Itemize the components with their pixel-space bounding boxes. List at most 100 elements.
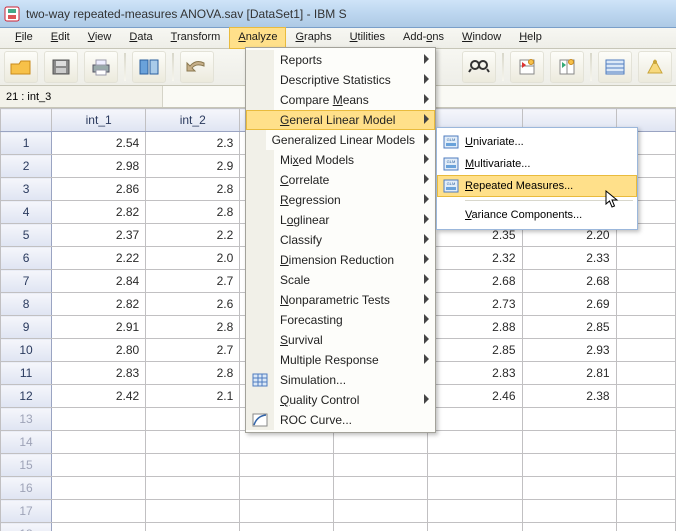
row-header[interactable]: 7: [1, 270, 52, 293]
cell[interactable]: 2.68: [522, 270, 616, 293]
cell[interactable]: 2.86: [52, 178, 146, 201]
cell[interactable]: 2.33: [522, 247, 616, 270]
cell[interactable]: [428, 431, 522, 454]
menu-graphs[interactable]: Graphs: [286, 27, 340, 49]
cell[interactable]: [522, 408, 616, 431]
print-button[interactable]: [84, 51, 118, 83]
cell[interactable]: [240, 477, 334, 500]
cell[interactable]: 2.8: [146, 201, 240, 224]
submenu-item-univariate[interactable]: GLMUnivariate...: [437, 131, 637, 153]
menu-item-regression[interactable]: Regression: [246, 190, 435, 210]
cell[interactable]: 2.80: [52, 339, 146, 362]
cell[interactable]: 2.82: [52, 293, 146, 316]
cell[interactable]: [52, 431, 146, 454]
row-header[interactable]: 8: [1, 293, 52, 316]
cell[interactable]: 2.42: [52, 385, 146, 408]
cell[interactable]: 2.83: [52, 362, 146, 385]
menu-item-general-linear-model[interactable]: General Linear Model: [246, 110, 435, 130]
cell[interactable]: [52, 454, 146, 477]
submenu-item-repeated-measures[interactable]: GLMRepeated Measures...: [437, 175, 637, 197]
cell[interactable]: [616, 362, 675, 385]
cell[interactable]: 2.98: [52, 155, 146, 178]
menu-transform[interactable]: Transform: [162, 27, 230, 49]
menu-item-mixed-models[interactable]: Mixed Models: [246, 150, 435, 170]
cell[interactable]: [522, 431, 616, 454]
menu-utilities[interactable]: Utilities: [341, 27, 394, 49]
analyze-menu[interactable]: ReportsDescriptive StatisticsCompare Mea…: [245, 47, 436, 433]
weight-button[interactable]: [638, 51, 672, 83]
menu-item-simulation[interactable]: Simulation...: [246, 370, 435, 390]
cell[interactable]: [616, 431, 675, 454]
menu-data[interactable]: Data: [120, 27, 161, 49]
row-header[interactable]: 14: [1, 431, 52, 454]
menu-item-descriptive-statistics[interactable]: Descriptive Statistics: [246, 70, 435, 90]
cell[interactable]: [616, 500, 675, 523]
cell[interactable]: [428, 454, 522, 477]
cell[interactable]: [522, 454, 616, 477]
cell[interactable]: 2.37: [52, 224, 146, 247]
cell[interactable]: [428, 500, 522, 523]
cell[interactable]: [52, 408, 146, 431]
row-header[interactable]: 1: [1, 132, 52, 155]
insert-variable-button[interactable]: [550, 51, 584, 83]
cell[interactable]: 2.6: [146, 293, 240, 316]
menu-file[interactable]: File: [6, 27, 42, 49]
cell[interactable]: 2.8: [146, 178, 240, 201]
cell[interactable]: [616, 523, 675, 531]
cell[interactable]: [334, 523, 428, 531]
cell[interactable]: 2.1: [146, 385, 240, 408]
cell[interactable]: [334, 500, 428, 523]
cell[interactable]: [52, 500, 146, 523]
cell[interactable]: [616, 316, 675, 339]
cell[interactable]: [240, 523, 334, 531]
cell[interactable]: [616, 477, 675, 500]
cell[interactable]: 2.7: [146, 339, 240, 362]
row-header[interactable]: 16: [1, 477, 52, 500]
cell[interactable]: 2.91: [52, 316, 146, 339]
row-header[interactable]: 12: [1, 385, 52, 408]
row-header[interactable]: 13: [1, 408, 52, 431]
cell[interactable]: [522, 477, 616, 500]
menu-view[interactable]: View: [79, 27, 121, 49]
row-header[interactable]: 5: [1, 224, 52, 247]
menu-analyze[interactable]: Analyze: [229, 27, 286, 49]
cell[interactable]: [240, 454, 334, 477]
undo-button[interactable]: [180, 51, 214, 83]
cell[interactable]: 2.32: [428, 247, 522, 270]
row-header[interactable]: 18: [1, 523, 52, 531]
cell[interactable]: [522, 500, 616, 523]
menu-item-reports[interactable]: Reports: [246, 50, 435, 70]
cell[interactable]: [616, 454, 675, 477]
cell[interactable]: 2.81: [522, 362, 616, 385]
cell[interactable]: 2.69: [522, 293, 616, 316]
open-button[interactable]: [4, 51, 38, 83]
cell[interactable]: 2.54: [52, 132, 146, 155]
row-header[interactable]: 2: [1, 155, 52, 178]
cell[interactable]: 2.2: [146, 224, 240, 247]
menu-item-survival[interactable]: Survival: [246, 330, 435, 350]
glm-submenu[interactable]: GLMUnivariate...GLMMultivariate...GLMRep…: [436, 127, 638, 230]
cell[interactable]: [616, 385, 675, 408]
row-header[interactable]: 3: [1, 178, 52, 201]
cell[interactable]: 2.3: [146, 132, 240, 155]
cell[interactable]: [616, 270, 675, 293]
menu-item-classify[interactable]: Classify: [246, 230, 435, 250]
cell[interactable]: 2.0: [146, 247, 240, 270]
menu-item-roc-curve[interactable]: ROC Curve...: [246, 410, 435, 430]
row-header[interactable]: 11: [1, 362, 52, 385]
cell[interactable]: [428, 477, 522, 500]
menu-item-loglinear[interactable]: Loglinear: [246, 210, 435, 230]
cell[interactable]: 2.22: [52, 247, 146, 270]
cell[interactable]: 2.8: [146, 316, 240, 339]
cell[interactable]: 2.93: [522, 339, 616, 362]
column-header[interactable]: int_1: [52, 109, 146, 132]
cell[interactable]: [334, 431, 428, 454]
menu-item-forecasting[interactable]: Forecasting: [246, 310, 435, 330]
menu-help[interactable]: Help: [510, 27, 551, 49]
cell[interactable]: [146, 500, 240, 523]
cell[interactable]: 2.73: [428, 293, 522, 316]
cell[interactable]: 2.68: [428, 270, 522, 293]
menu-item-scale[interactable]: Scale: [246, 270, 435, 290]
row-header[interactable]: 15: [1, 454, 52, 477]
cell[interactable]: [616, 247, 675, 270]
